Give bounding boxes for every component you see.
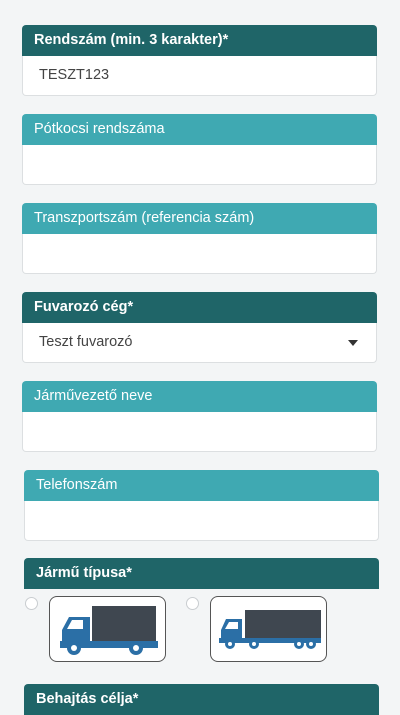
vehicle-type-option-semi[interactable] <box>210 596 327 662</box>
driver-name-label: Járművezető neve <box>22 381 377 412</box>
carrier-select[interactable]: Teszt fuvarozó <box>22 323 377 363</box>
truck-icon <box>60 606 158 655</box>
driver-name-field: Járművezető neve <box>22 381 377 452</box>
semi-truck-trailer-icon <box>219 610 321 649</box>
trailer-plate-field: Pótkocsi rendszáma <box>22 114 377 185</box>
carrier-field: Fuvarozó cég* Teszt fuvarozó <box>22 292 377 363</box>
plate-label: Rendszám (min. 3 karakter)* <box>22 25 377 56</box>
carrier-label: Fuvarozó cég* <box>22 292 377 323</box>
phone-label: Telefonszám <box>24 470 379 501</box>
vehicle-type-radio-semi[interactable] <box>186 597 199 610</box>
phone-field: Telefonszám <box>24 470 379 541</box>
phone-input[interactable] <box>24 501 379 541</box>
carrier-selected-value: Teszt fuvarozó <box>39 334 133 350</box>
plate-input[interactable]: TESZT123 <box>22 56 377 96</box>
vehicle-type-option-truck[interactable] <box>49 596 166 662</box>
vehicle-type-field: Jármű típusa* <box>24 558 379 589</box>
transport-number-input[interactable] <box>22 234 377 274</box>
trailer-plate-label: Pótkocsi rendszáma <box>22 114 377 145</box>
chevron-down-icon <box>348 340 358 346</box>
transport-number-label: Transzportszám (referencia szám) <box>22 203 377 234</box>
driver-name-input[interactable] <box>22 412 377 452</box>
vehicle-type-radio-truck[interactable] <box>25 597 38 610</box>
vehicle-type-label: Jármű típusa* <box>24 558 379 589</box>
transport-number-field: Transzportszám (referencia szám) <box>22 203 377 274</box>
plate-field: Rendszám (min. 3 karakter)* TESZT123 <box>22 25 377 96</box>
trailer-plate-input[interactable] <box>22 145 377 185</box>
